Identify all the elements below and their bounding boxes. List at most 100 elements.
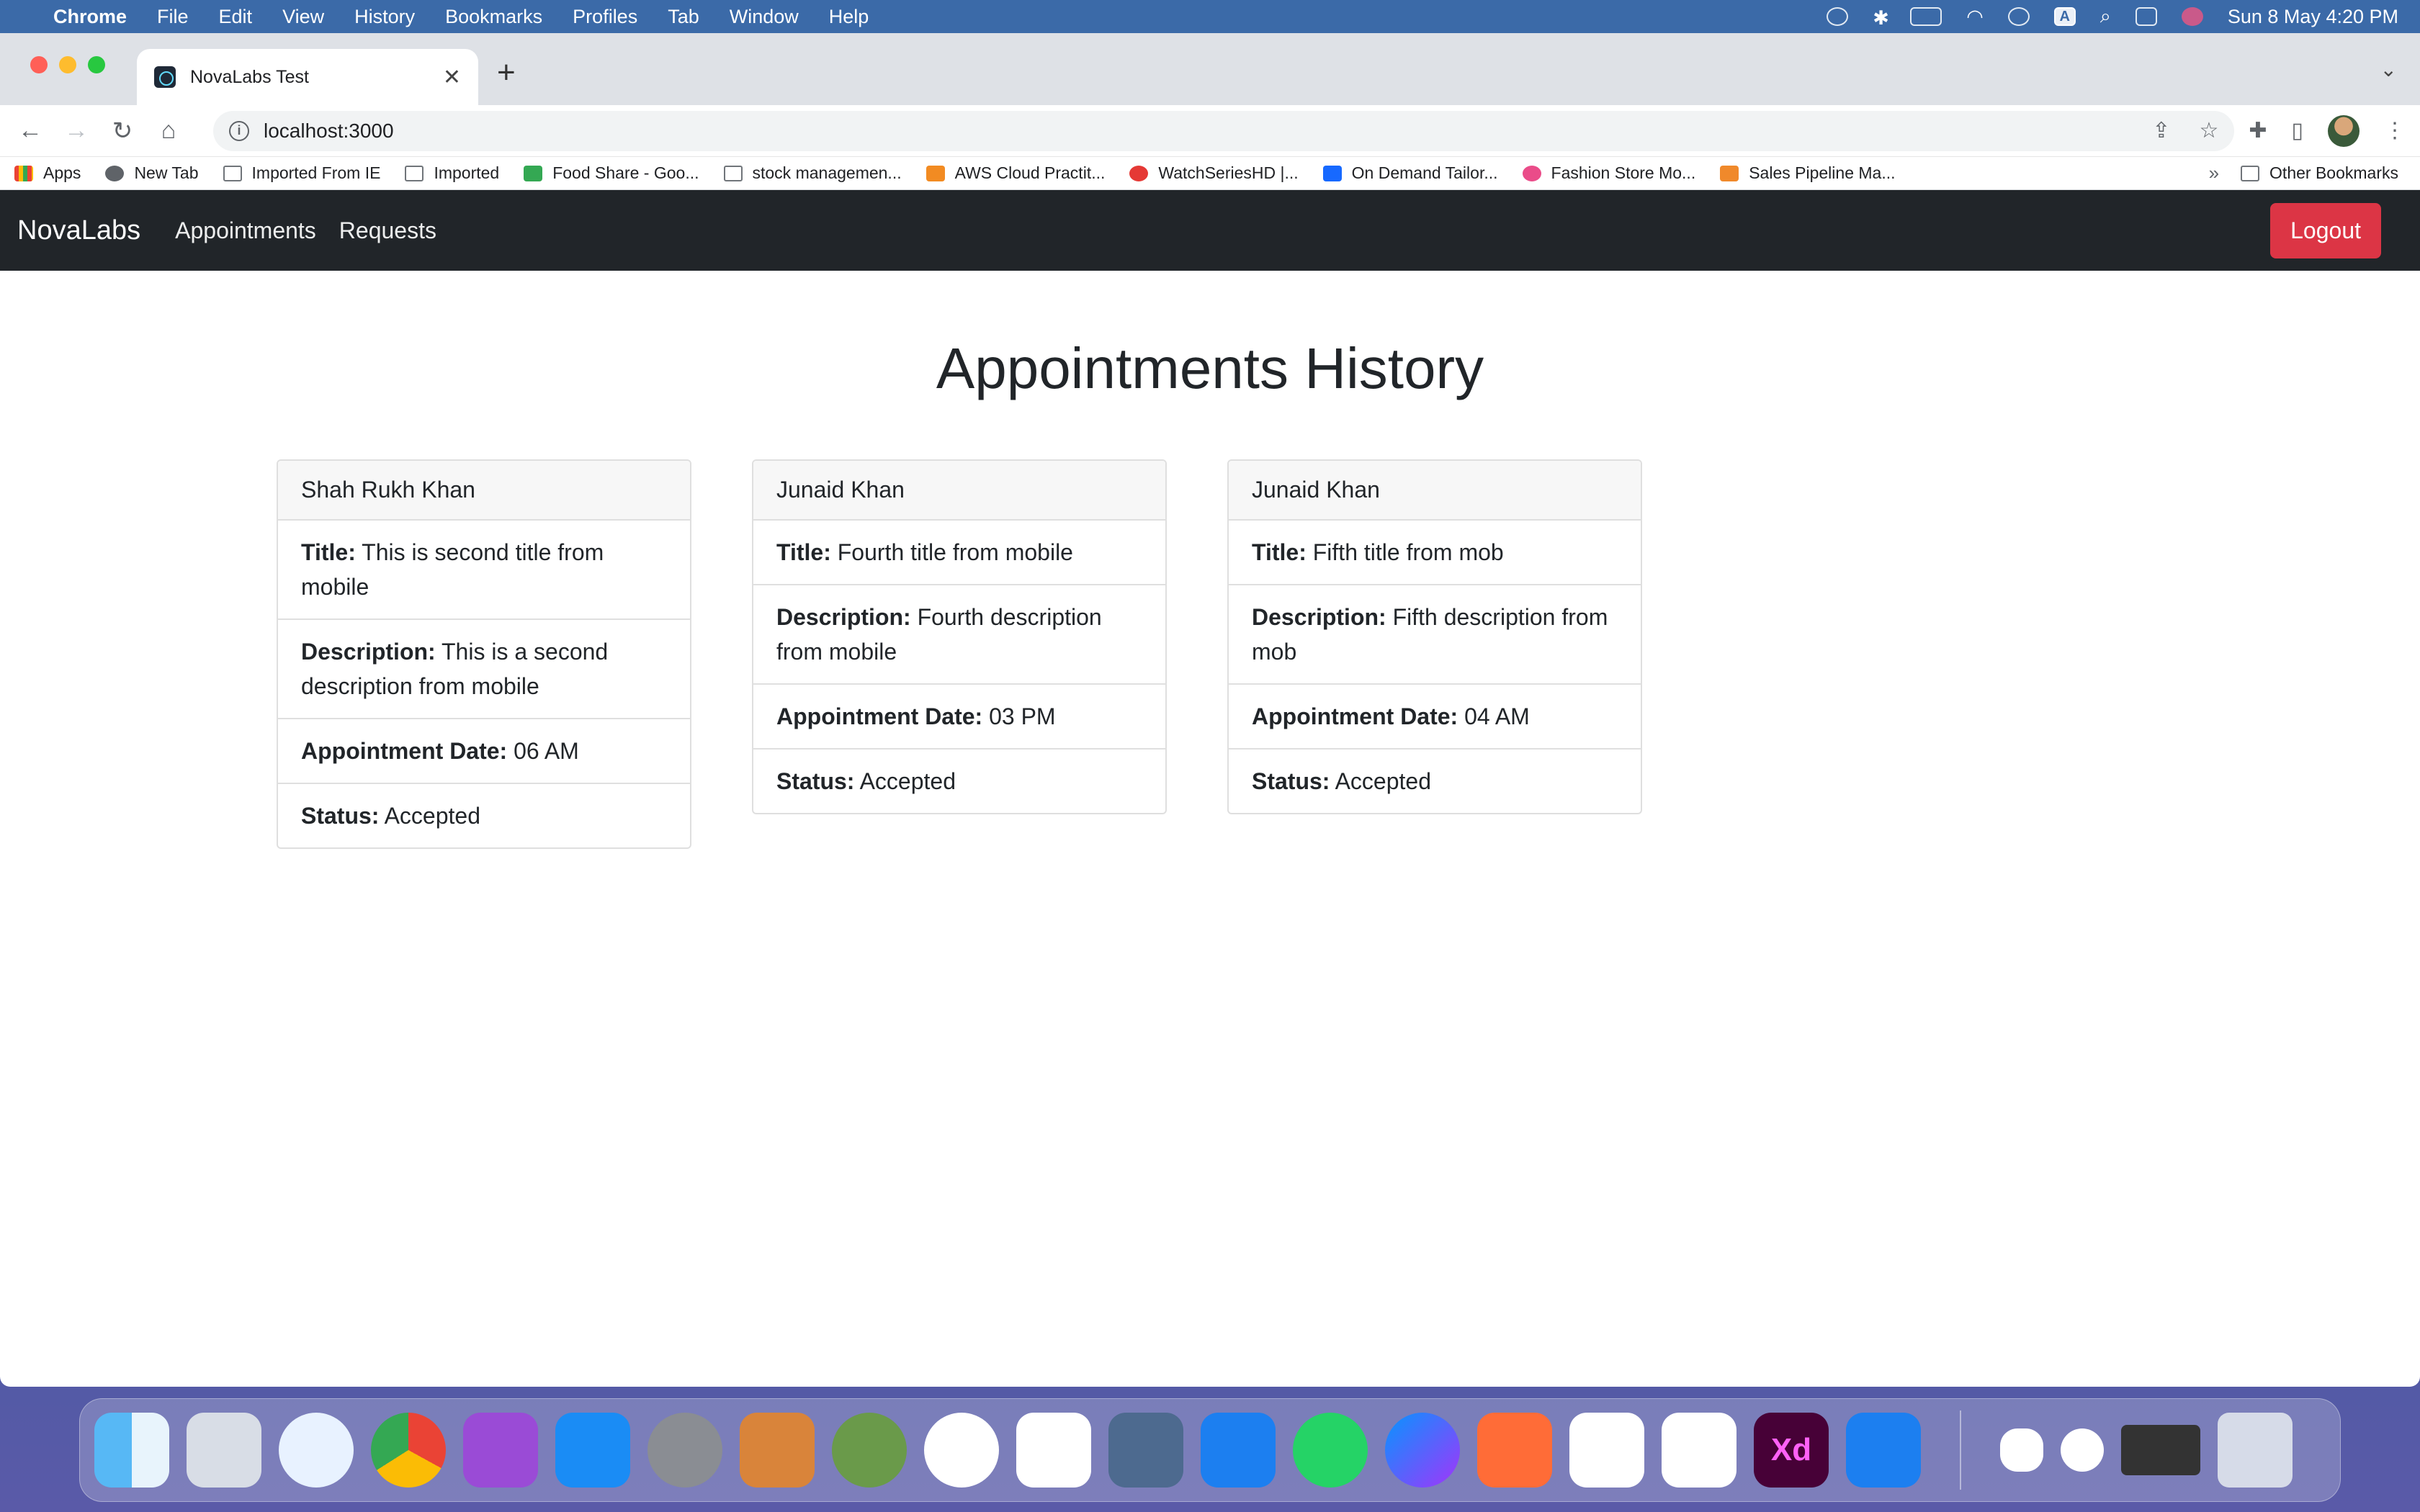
logout-button[interactable]: Logout	[2270, 202, 2381, 258]
wifi-icon[interactable]: ◠	[1966, 6, 1984, 28]
bookmark-imported[interactable]: Imported	[405, 163, 499, 183]
minimized-vscode-icon[interactable]	[2000, 1428, 2043, 1472]
spotlight-search-icon[interactable]: ⌕	[2100, 5, 2111, 28]
postman-icon[interactable]	[1477, 1413, 1552, 1488]
bookmark-on-demand-tailor[interactable]: On Demand Tailor...	[1322, 163, 1498, 183]
folder-icon	[2241, 165, 2260, 181]
card-date-value: 06 AM	[514, 738, 579, 764]
menu-profiles[interactable]: Profiles	[573, 6, 637, 28]
bookmark-imported-from-ie[interactable]: Imported From IE	[223, 163, 381, 183]
active-tab[interactable]: NovaLabs Test ✕	[137, 49, 478, 105]
menu-history[interactable]: History	[354, 6, 415, 28]
bookmark-stock-management[interactable]: stock managemen...	[723, 163, 902, 183]
menu-window[interactable]: Window	[730, 6, 799, 28]
bookmark-food-share[interactable]: Food Share - Goo...	[524, 163, 699, 183]
forward-arrow-icon[interactable]: →	[60, 117, 92, 145]
brand-link[interactable]: NovaLabs	[17, 215, 140, 246]
reload-icon[interactable]: ↻	[107, 117, 138, 145]
whatsapp-icon[interactable]	[1293, 1413, 1368, 1488]
card-date-row: Appointment Date: 06 AM	[278, 719, 690, 784]
share-icon[interactable]: ⇪	[2152, 118, 2170, 143]
new-tab-button[interactable]: +	[497, 55, 516, 91]
tab-title: NovaLabs Test	[190, 66, 309, 87]
bookmark-label: Imported	[434, 163, 500, 182]
status-area: ✱ ◠ A ⌕ Sun 8 May 4:20 PM	[1827, 5, 2398, 29]
appointments-list: Shah Rukh Khan Title: This is second tit…	[0, 459, 2420, 849]
simulator-icon[interactable]	[1846, 1413, 1921, 1488]
bookmark-label: New Tab	[134, 163, 199, 182]
safari-icon[interactable]	[279, 1413, 354, 1488]
minimized-window-thumbnail[interactable]	[2121, 1425, 2200, 1475]
profile-avatar[interactable]	[2328, 114, 2360, 147]
menu-help[interactable]: Help	[829, 6, 869, 28]
screen-record-icon[interactable]	[1827, 7, 1849, 26]
date-label: Appointment Date:	[301, 738, 508, 764]
finder-icon[interactable]	[94, 1413, 169, 1488]
menu-view[interactable]: View	[282, 6, 324, 28]
address-bar[interactable]: i localhost:3000 ⇪ ☆	[213, 110, 2235, 151]
chrome-menu-icon[interactable]: ⋮	[2384, 118, 2406, 143]
more-bookmarks-chevron[interactable]: »	[2209, 162, 2219, 184]
nav-appointments[interactable]: Appointments	[175, 217, 316, 244]
input-source-icon[interactable]: A	[2053, 7, 2076, 26]
battery-icon[interactable]	[1910, 7, 1942, 26]
window-controls	[30, 56, 105, 73]
app-store-icon[interactable]	[555, 1413, 630, 1488]
minimize-window-button[interactable]	[59, 56, 76, 73]
card-status-value: Accepted	[859, 768, 956, 794]
messenger-icon[interactable]	[1385, 1413, 1460, 1488]
menu-tab[interactable]: Tab	[668, 6, 699, 28]
card-patient-name: Shah Rukh Khan	[278, 461, 690, 521]
chrome-icon[interactable]	[371, 1413, 446, 1488]
bookmark-label: Imported From IE	[251, 163, 381, 182]
bookmark-sales-pipeline[interactable]: Sales Pipeline Ma...	[1720, 163, 1896, 183]
trash-icon[interactable]	[2218, 1413, 2293, 1488]
xcode-icon[interactable]	[1201, 1413, 1276, 1488]
menu-chrome[interactable]: Chrome	[53, 6, 127, 28]
back-arrow-icon[interactable]: ←	[14, 117, 46, 145]
minimized-mongodb-icon[interactable]	[2061, 1428, 2104, 1472]
card-status-row: Status: Accepted	[753, 750, 1165, 813]
launchpad-icon[interactable]	[187, 1413, 261, 1488]
adobe-xd-icon[interactable]: Xd	[1754, 1413, 1829, 1488]
xampp-icon[interactable]	[740, 1413, 815, 1488]
user-icon[interactable]	[2007, 7, 2030, 26]
aws-icon	[926, 165, 945, 181]
podcasts-icon[interactable]	[463, 1413, 538, 1488]
slack-icon[interactable]	[1016, 1413, 1091, 1488]
vscode-icon[interactable]	[1662, 1413, 1736, 1488]
system-preferences-icon[interactable]	[647, 1413, 722, 1488]
bluetooth-icon[interactable]: ✱	[1873, 7, 1889, 29]
bookmark-star-icon[interactable]: ☆	[2199, 118, 2218, 143]
eye-app-icon[interactable]	[1108, 1413, 1183, 1488]
zoom-window-button[interactable]	[88, 56, 105, 73]
close-window-button[interactable]	[30, 56, 48, 73]
mongodb-compass-icon[interactable]	[924, 1413, 999, 1488]
nav-requests[interactable]: Requests	[339, 217, 436, 244]
url-text[interactable]: localhost:3000	[264, 120, 394, 143]
site-info-icon[interactable]: i	[229, 120, 249, 141]
control-center-icon[interactable]	[2135, 7, 2157, 26]
close-tab-icon[interactable]: ✕	[443, 65, 461, 90]
home-icon[interactable]: ⌂	[153, 117, 184, 145]
bookmark-other-bookmarks[interactable]: Other Bookmarks	[2241, 163, 2398, 183]
siri-icon[interactable]	[2181, 7, 2203, 26]
folder-icon	[405, 165, 424, 181]
extensions-puzzle-icon[interactable]: ✚	[2249, 118, 2267, 143]
bookmark-apps[interactable]: Apps	[14, 163, 81, 183]
side-panel-icon[interactable]: ▯	[2291, 118, 2303, 143]
android-studio-icon[interactable]	[1569, 1413, 1644, 1488]
bookmark-aws[interactable]: AWS Cloud Practit...	[926, 163, 1105, 183]
menubar-clock[interactable]: Sun 8 May 4:20 PM	[2228, 6, 2398, 28]
page-title: Appointments History	[936, 336, 1484, 400]
bookmark-watchserieshd[interactable]: WatchSeriesHD |...	[1129, 163, 1299, 183]
robo-3t-icon[interactable]	[832, 1413, 907, 1488]
menu-file[interactable]: File	[157, 6, 189, 28]
menu-bookmarks[interactable]: Bookmarks	[445, 6, 542, 28]
bookmark-fashion-store[interactable]: Fashion Store Mo...	[1522, 163, 1695, 183]
globe-icon	[105, 165, 125, 181]
menu-edit[interactable]: Edit	[219, 6, 253, 28]
bookmark-label: WatchSeriesHD |...	[1158, 163, 1299, 182]
bookmark-new-tab[interactable]: New Tab	[105, 163, 199, 183]
tab-search-chevron-icon[interactable]: ⌄	[2380, 58, 2397, 81]
